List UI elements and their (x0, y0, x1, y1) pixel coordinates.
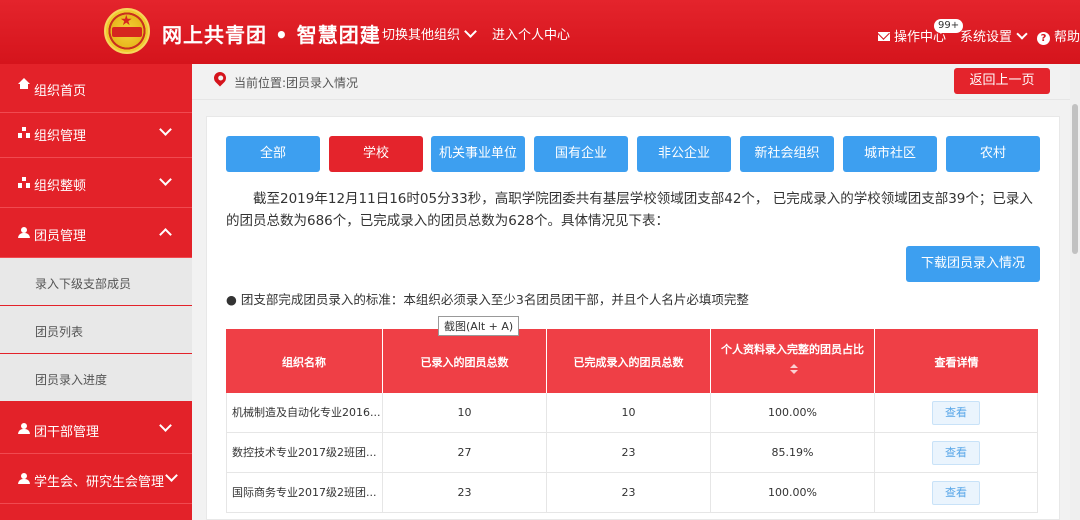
system-settings-menu[interactable]: 系统设置 (960, 26, 1028, 45)
scrollbar-thumb[interactable] (1072, 104, 1078, 254)
switch-organization-label: 切换其他组织 (382, 28, 461, 43)
cell-org-name: 数控技术专业2017级2班团... (226, 433, 383, 473)
chevron-down-icon (464, 25, 477, 38)
cell-entered-total: 10 (383, 393, 547, 433)
switch-organization-menu[interactable]: 切换其他组织 (382, 24, 477, 43)
sidebar-item-label: 组织整顿 (34, 179, 87, 194)
youth-league-logo: ★ (104, 8, 150, 54)
sidebar: 组织首页 组织管理 组织整顿 团员管理 录入下级支部成员 团员列表 团员录入进度… (0, 64, 192, 520)
users-icon (18, 473, 30, 484)
filter-rural[interactable]: 农村 (946, 136, 1040, 172)
filter-school[interactable]: 学校 (329, 136, 423, 172)
mail-icon (878, 32, 890, 41)
notification-badge: 99+ (934, 19, 964, 33)
org-chart-icon (18, 127, 30, 138)
sidebar-item-org-home[interactable]: 组织首页 (0, 64, 192, 113)
help-icon: ? (1037, 32, 1050, 45)
filter-state-enterprises[interactable]: 国有企业 (534, 136, 628, 172)
cell-completed-total: 10 (547, 393, 711, 433)
personal-center-link[interactable]: 进入个人中心 (492, 24, 570, 43)
sidebar-item-org-management[interactable]: 组织管理 (0, 109, 192, 158)
cell-entered-total: 23 (383, 473, 547, 513)
sidebar-item-label: 学生会、研究生会管理 (34, 475, 165, 490)
view-details-button[interactable]: 查看 (932, 441, 980, 465)
table-row: 数控技术专业2017级2班团... 27 23 85.19% 查看 (226, 433, 1038, 473)
filter-government-institutions[interactable]: 机关事业单位 (431, 136, 525, 172)
table-row: 机械制造及自动化专业2016... 10 10 100.00% 查看 (226, 393, 1038, 433)
sidebar-subitem-member-list[interactable]: 团员列表 (0, 306, 192, 354)
table-header-row: 组织名称 已录入的团员总数 已完成录入的团员总数 个人资料录入完整的团员占比 查… (226, 329, 1038, 393)
chevron-down-icon (159, 419, 172, 432)
filter-private-enterprises[interactable]: 非公企业 (637, 136, 731, 172)
breadcrumb-text: 当前位置:团员录入情况 (234, 76, 359, 90)
back-button[interactable]: 返回上一页 (954, 68, 1050, 94)
sidebar-subitem-enter-members[interactable]: 录入下级支部成员 (0, 258, 192, 306)
help-label: 帮助 (1054, 30, 1080, 45)
cell-org-name: 国际商务专业2017级2班团... (226, 473, 383, 513)
filter-urban-community[interactable]: 城市社区 (843, 136, 937, 172)
screenshot-tooltip: 截图(Alt + A) (438, 316, 520, 336)
home-icon (18, 78, 30, 89)
sort-icon[interactable] (790, 364, 798, 376)
summary-text: 截至2019年12月11日16时05分33秒，高职学院团委共有基层学校领域团支部… (226, 191, 1033, 229)
chevron-down-icon (159, 123, 172, 136)
filter-all[interactable]: 全部 (226, 136, 320, 172)
download-entry-status-button[interactable]: 下载团员录入情况 (906, 246, 1040, 282)
sidebar-item-student-union[interactable]: 学生会、研究生会管理 (0, 455, 192, 504)
sidebar-item-org-rectification[interactable]: 组织整顿 (0, 159, 192, 208)
cell-details: 查看 (875, 433, 1038, 473)
cell-complete-ratio: 100.00% (711, 473, 875, 513)
column-header-org-name: 组织名称 (226, 329, 383, 393)
chevron-down-icon (165, 469, 178, 482)
sidebar-subitem-label: 团员录入进度 (35, 373, 108, 387)
column-header-entered-total: 已录入的团员总数 (383, 329, 547, 393)
sidebar-item-cadre-management[interactable]: 团干部管理 (0, 405, 192, 454)
completion-standard-note: ● 团支部完成团员录入的标准：本组织必须录入至少3名团员团干部，并且个人名片必填… (226, 292, 749, 307)
sidebar-subitem-label: 团员列表 (35, 325, 84, 339)
chevron-up-icon (159, 228, 172, 241)
page-scrollbar[interactable] (1070, 64, 1080, 520)
sidebar-item-label: 团干部管理 (34, 425, 100, 440)
sidebar-subitem-label: 录入下级支部成员 (35, 277, 132, 291)
cell-completed-total: 23 (547, 433, 711, 473)
cell-details: 查看 (875, 393, 1038, 433)
sidebar-subitem-entry-progress[interactable]: 团员录入进度 (0, 354, 192, 402)
view-details-button[interactable]: 查看 (932, 481, 980, 505)
help-link[interactable]: ? 帮助 (1037, 26, 1080, 45)
chevron-down-icon (159, 173, 172, 186)
sidebar-item-label: 组织首页 (34, 84, 87, 99)
cell-details: 查看 (875, 473, 1038, 513)
column-header-completed-total: 已完成录入的团员总数 (547, 329, 711, 393)
location-pin-icon (211, 69, 229, 87)
system-settings-label: 系统设置 (960, 30, 1013, 45)
users-icon (18, 423, 30, 434)
column-header-details: 查看详情 (934, 356, 979, 369)
view-details-button[interactable]: 查看 (932, 401, 980, 425)
cell-org-name: 机械制造及自动化专业2016... (226, 393, 383, 433)
sidebar-item-label: 组织管理 (34, 129, 87, 144)
table-row: 国际商务专业2017级2班团... 23 23 100.00% 查看 (226, 473, 1038, 513)
cell-completed-total: 23 (547, 473, 711, 513)
top-header: ★ 网上共青团 • 智慧团建 切换其他组织 进入个人中心 操作中心 99+ 系统… (0, 0, 1080, 64)
sidebar-item-label: 团员管理 (34, 229, 87, 244)
org-chart-icon (18, 177, 30, 188)
users-icon (18, 227, 30, 238)
column-header-complete-ratio[interactable]: 个人资料录入完整的团员占比 (711, 329, 875, 393)
sidebar-item-member-management[interactable]: 团员管理 (0, 209, 192, 258)
cell-complete-ratio: 85.19% (711, 433, 875, 473)
cell-complete-ratio: 100.00% (711, 393, 875, 433)
cell-entered-total: 27 (383, 433, 547, 473)
app-title: 网上共青团 • 智慧团建 (162, 23, 381, 47)
filter-new-social-orgs[interactable]: 新社会组织 (740, 136, 834, 172)
chevron-down-icon (1016, 28, 1028, 40)
breadcrumb: 当前位置:团员录入情况 返回上一页 (192, 64, 1070, 100)
